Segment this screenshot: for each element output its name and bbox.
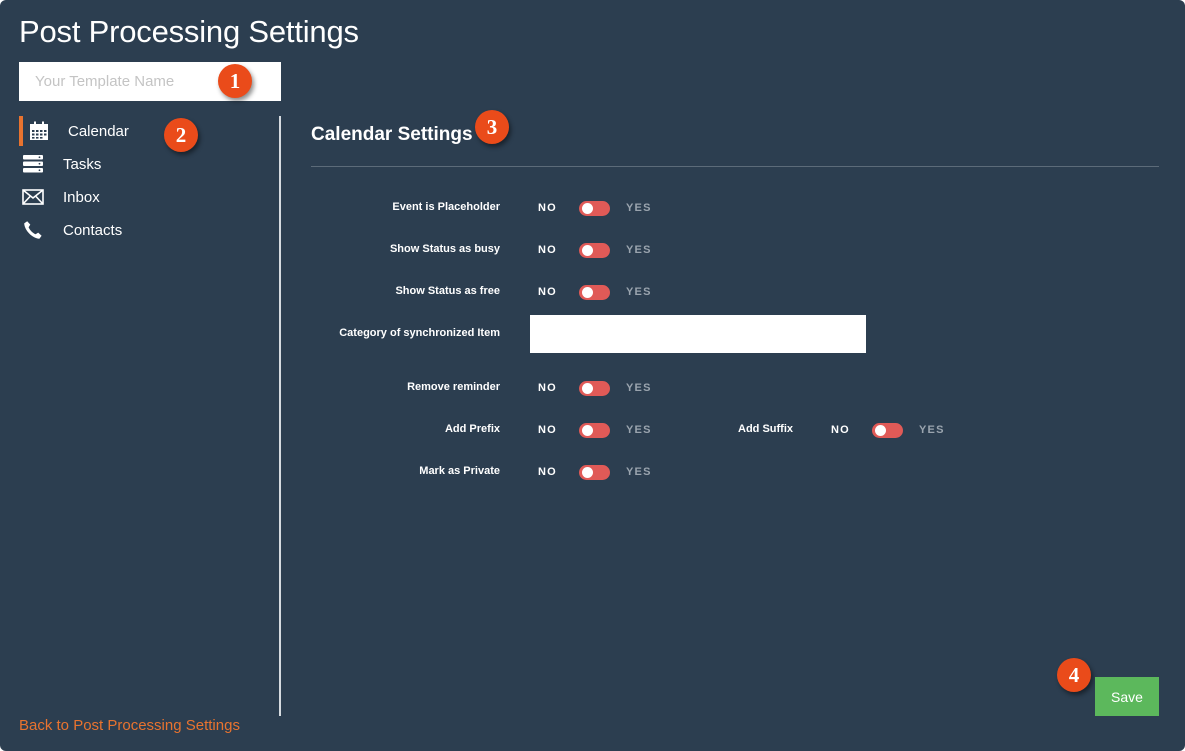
step-badge-4: 4 [1057, 658, 1091, 692]
toggle-no-label: NO [538, 244, 557, 256]
step-badge-2: 2 [164, 118, 198, 152]
add-suffix-switch[interactable] [872, 423, 903, 438]
step-badge-1: 1 [218, 64, 252, 98]
mark-private-label: Mark as Private [419, 465, 500, 477]
section-title: Calendar Settings [311, 124, 473, 145]
add-suffix-label: Add Suffix [738, 423, 793, 435]
toggle-no-label: NO [538, 466, 557, 478]
toggle-yes-label: YES [626, 466, 652, 478]
add-prefix-label: Add Prefix [444, 423, 500, 435]
sidebar-item-label: Tasks [63, 155, 102, 173]
toggle-yes-label: YES [626, 382, 652, 394]
switch-knob [875, 425, 886, 436]
toggle-no-label: NO [538, 382, 557, 394]
switch-knob [582, 287, 593, 298]
dialog-frame: Post Processing Settings 1 Calendar 2 [0, 0, 1185, 751]
toggle-yes-label: YES [919, 424, 945, 436]
status-busy-label: Show Status as busy [389, 243, 500, 255]
calendar-icon [28, 121, 50, 141]
sidebar-item-label: Inbox [63, 188, 100, 206]
switch-knob [582, 245, 593, 256]
add-prefix-switch[interactable] [579, 423, 610, 438]
status-free-label: Show Status as free [395, 285, 500, 297]
toggle-no-label: NO [538, 286, 557, 298]
remove-reminder-label: Remove reminder [407, 381, 500, 393]
envelope-icon [22, 187, 44, 207]
switch-knob [582, 425, 593, 436]
toggle-yes-label: YES [626, 244, 652, 256]
event-placeholder-switch[interactable] [579, 201, 610, 216]
sidebar-item-label: Calendar [68, 122, 129, 140]
switch-knob [582, 203, 593, 214]
toggle-no-label: NO [831, 424, 850, 436]
sidebar-item-contacts[interactable]: Contacts [19, 215, 259, 245]
step-badge-3: 3 [475, 110, 509, 144]
toggle-yes-label: YES [626, 202, 652, 214]
status-busy-switch[interactable] [579, 243, 610, 258]
sidebar-item-inbox[interactable]: Inbox [19, 182, 259, 212]
toggle-yes-label: YES [626, 286, 652, 298]
mark-private-switch[interactable] [579, 465, 610, 480]
server-stack-icon [22, 154, 44, 174]
category-label: Category of synchronized Item [339, 327, 500, 339]
toggle-yes-label: YES [626, 424, 652, 436]
sidebar-item-label: Contacts [63, 221, 123, 239]
switch-knob [582, 467, 593, 478]
sidebar-divider [279, 116, 281, 716]
sidebar-item-calendar[interactable]: Calendar [19, 116, 259, 146]
event-placeholder-label: Event is Placeholder [392, 201, 500, 213]
section-divider [311, 166, 1159, 167]
remove-reminder-switch[interactable] [579, 381, 610, 396]
save-button[interactable]: Save [1095, 677, 1159, 716]
sidebar-item-tasks[interactable]: Tasks [19, 149, 259, 179]
back-to-settings-link[interactable]: Back to Post Processing Settings [19, 717, 240, 734]
phone-icon [22, 220, 44, 240]
page-title: Post Processing Settings [19, 14, 359, 49]
toggle-no-label: NO [538, 424, 557, 436]
category-input[interactable] [530, 315, 866, 353]
switch-knob [582, 383, 593, 394]
active-indicator [19, 116, 23, 146]
toggle-no-label: NO [538, 202, 557, 214]
status-free-switch[interactable] [579, 285, 610, 300]
